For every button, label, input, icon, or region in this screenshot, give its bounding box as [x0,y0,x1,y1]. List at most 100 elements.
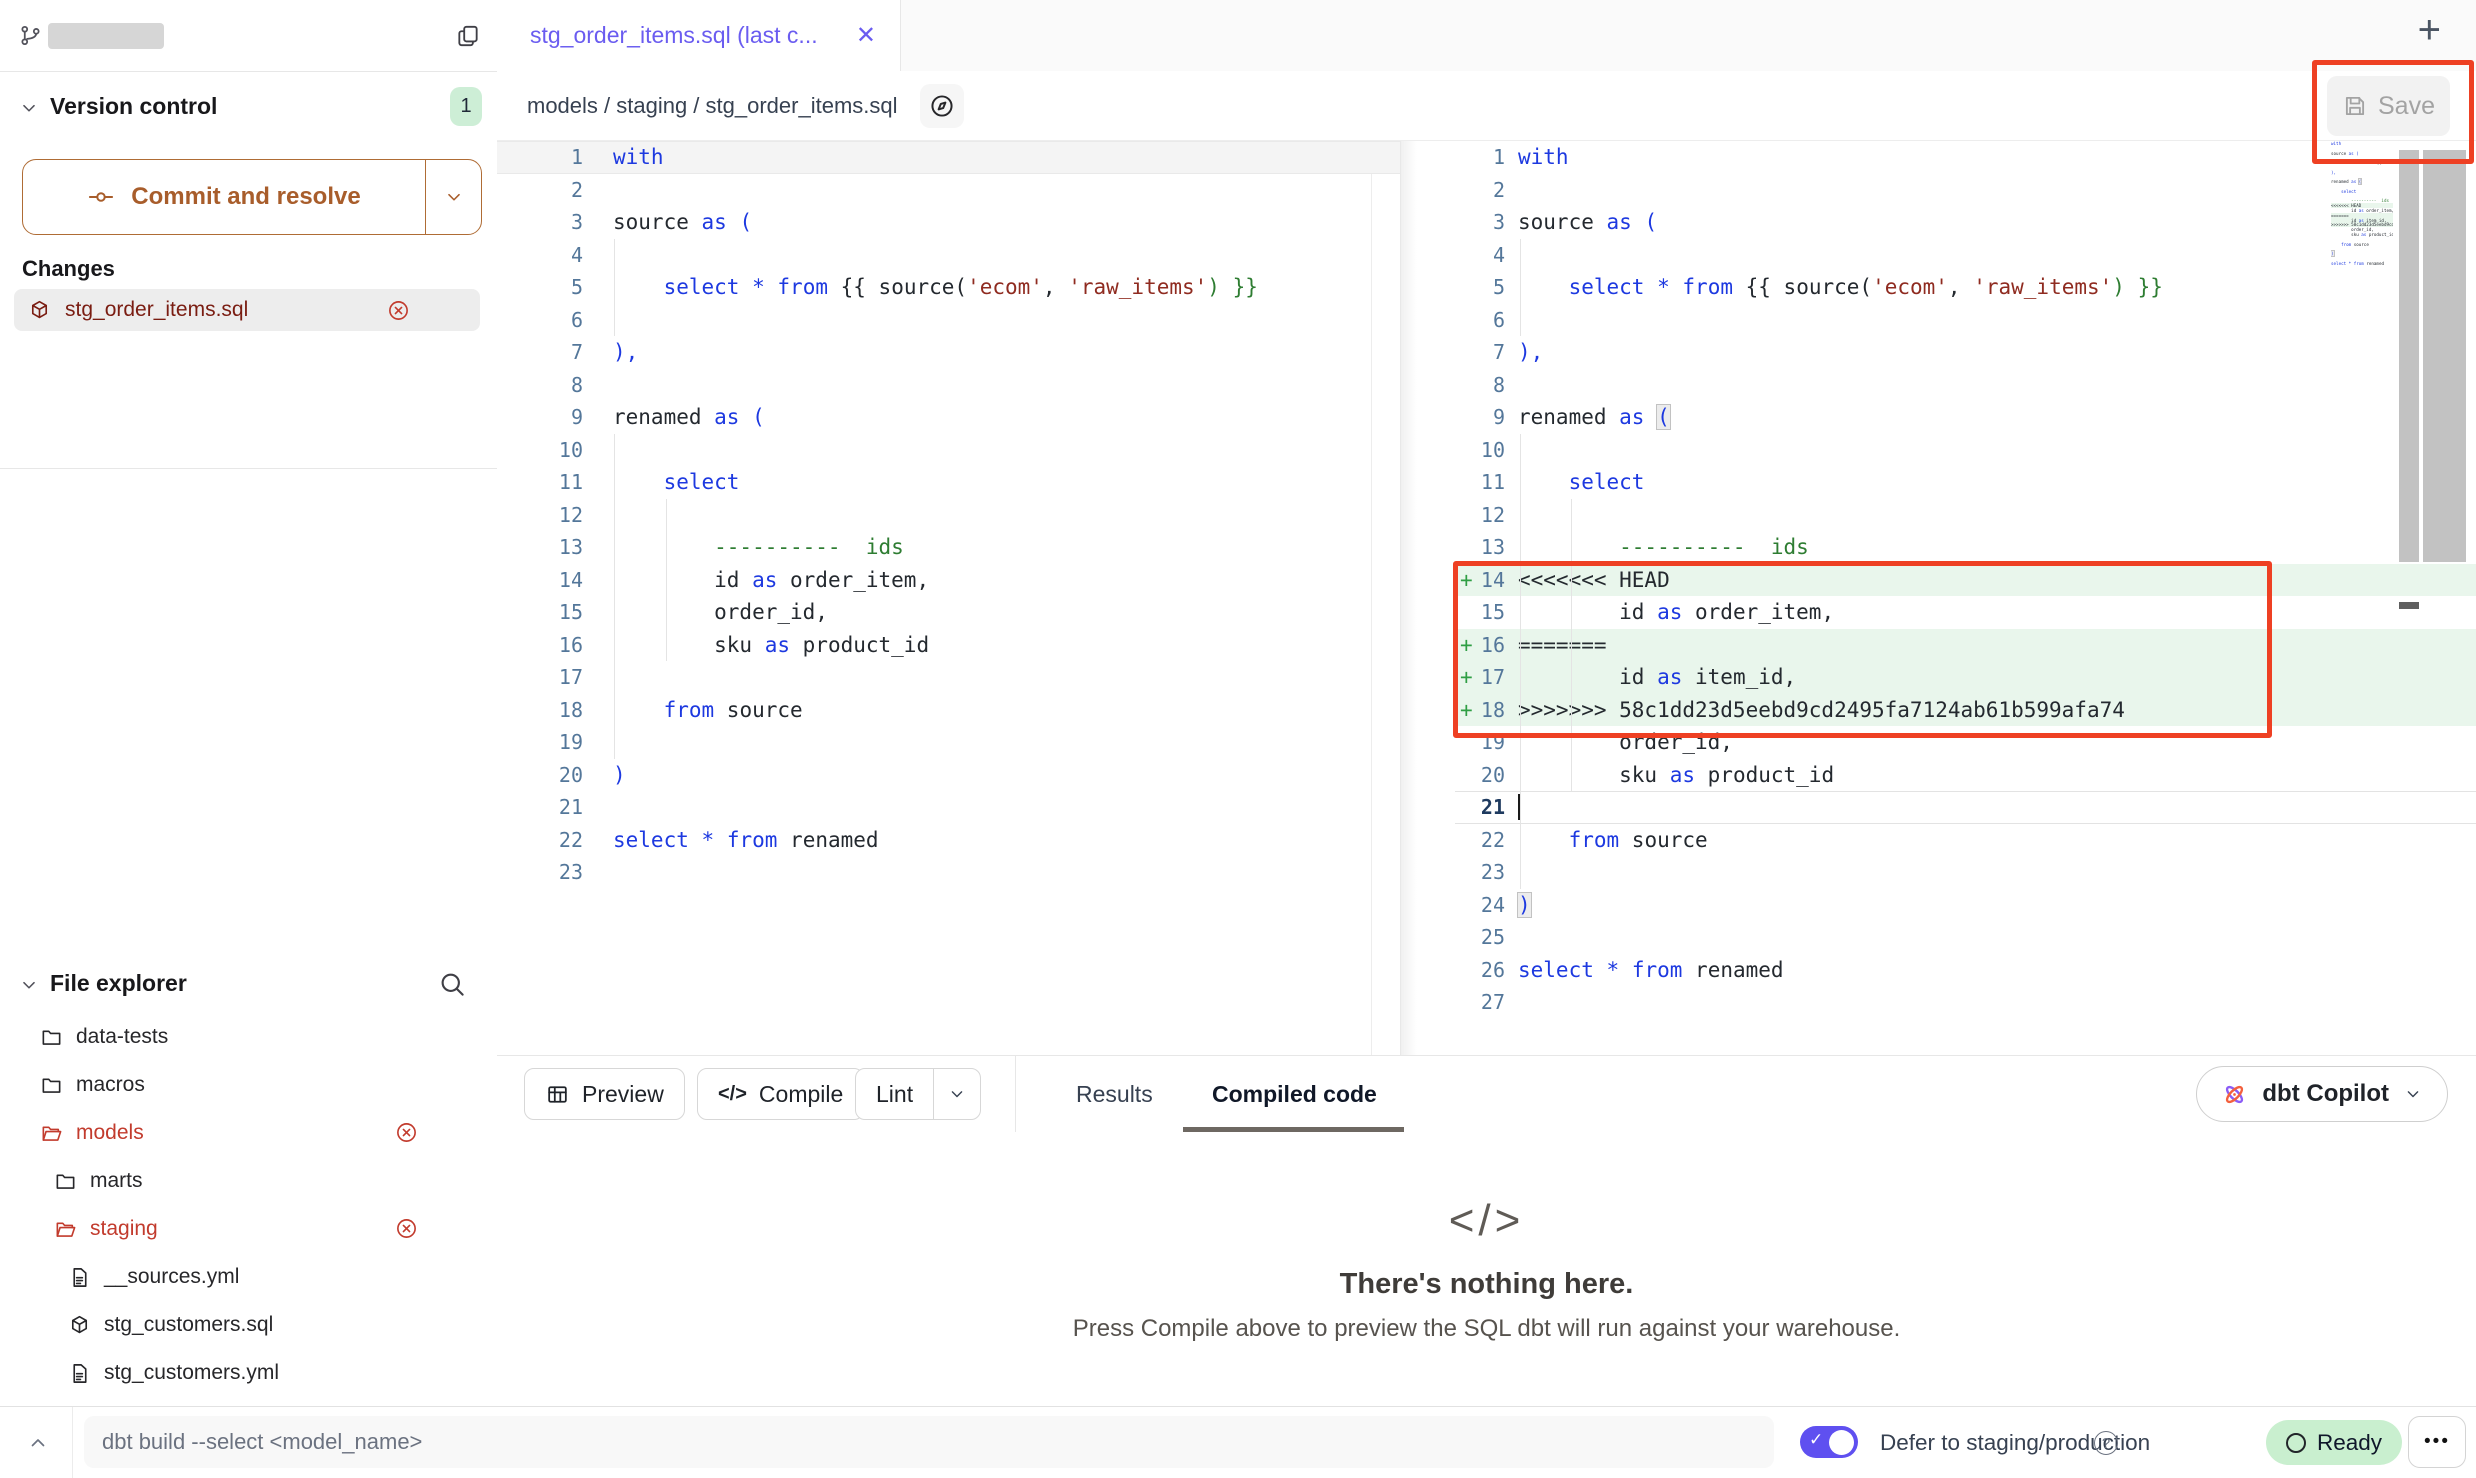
chevron-down-icon[interactable] [18,974,40,996]
editor-pane-modified[interactable]: 1with23source as (45 select * from {{ so… [1455,141,2476,1019]
file-item[interactable]: data-tests [0,1013,497,1061]
compile-button[interactable]: </> Compile [697,1068,864,1120]
deleted-change-icon[interactable] [395,1121,418,1144]
code-line[interactable]: 23 [497,856,1400,889]
code-line[interactable]: 4 [497,239,1400,272]
line-number: 15 [1475,600,1505,624]
code-line[interactable]: 5 select * from {{ source('ecom', 'raw_i… [497,271,1400,304]
lineage-button[interactable] [920,84,964,128]
code-text: order_id, [1505,730,2476,754]
code-line[interactable]: 7), [1455,336,2476,369]
deleted-change-icon[interactable] [387,299,410,322]
editor-pane-original[interactable]: 1with23source as (45 select * from {{ so… [497,141,1400,889]
code-line[interactable]: 2 [1455,174,2476,207]
changed-file-row[interactable]: stg_order_items.sql [14,289,480,331]
tab-stg-order-items[interactable]: stg_order_items.sql (last c... ✕ [497,0,901,71]
code-line[interactable]: 1with [497,141,1400,174]
help-icon[interactable]: ? [2094,1431,2118,1455]
code-line[interactable]: +18>>>>>>> 58c1dd23d5eebd9cd2495fa7124ab… [1455,694,2476,727]
preview-button[interactable]: Preview [524,1068,685,1120]
indent-guide [1520,239,1521,337]
code-line[interactable]: 21 [497,791,1400,824]
code-line[interactable]: 5 select * from {{ source('ecom', 'raw_i… [1455,271,2476,304]
file-item[interactable]: stg_customers.sql [0,1301,497,1349]
code-line[interactable]: 11 select [1455,466,2476,499]
code-line[interactable]: 25 [1455,921,2476,954]
dbt-copilot-button[interactable]: dbt Copilot [2196,1066,2448,1122]
lint-split-button[interactable]: Lint [855,1068,981,1120]
code-line[interactable]: 20) [497,759,1400,792]
git-branch-icon[interactable] [18,23,43,48]
code-text: select * from renamed [1505,958,2476,982]
code-line[interactable]: 8 [1455,369,2476,402]
file-explorer-title[interactable]: File explorer [50,970,187,997]
code-line[interactable]: 4 [1455,239,2476,272]
code-line[interactable]: 3source as ( [1455,206,2476,239]
code-line[interactable]: 3source as ( [497,206,1400,239]
close-tab-icon[interactable]: ✕ [856,21,876,50]
code-line[interactable]: 12 [497,499,1400,532]
code-line[interactable]: 10 [497,434,1400,467]
diff-editor[interactable]: 1with23source as (45 select * from {{ so… [497,141,2476,1055]
code-line[interactable]: +14<<<<<<< HEAD [1455,564,2476,597]
new-tab-button[interactable]: + [2418,10,2441,50]
code-line[interactable]: 8 [497,369,1400,402]
code-line[interactable]: 19 order_id, [1455,726,2476,759]
tab-compiled-code[interactable]: Compiled code [1212,1056,1377,1133]
code-line[interactable]: 15 id as order_item, [1455,596,2476,629]
file-item[interactable]: __sources.yml [0,1253,497,1301]
defer-toggle[interactable]: ✓ [1800,1426,1858,1458]
code-line[interactable]: 15 order_id, [497,596,1400,629]
code-line[interactable]: 22select * from renamed [497,824,1400,857]
commit-options-dropdown[interactable] [425,160,481,234]
code-line[interactable]: 14 id as order_item, [497,564,1400,597]
command-input[interactable]: dbt build --select <model_name> [84,1416,1774,1468]
code-line[interactable]: 12 [1455,499,2476,532]
file-item[interactable]: marts [0,1157,497,1205]
lint-options-dropdown[interactable] [933,1069,980,1119]
code-line[interactable]: 10 [1455,434,2476,467]
code-line[interactable]: 9renamed as ( [1455,401,2476,434]
code-line[interactable]: 27 [1455,986,2476,1019]
code-line[interactable]: 11 select [497,466,1400,499]
code-line[interactable]: 23 [1455,856,2476,889]
file-item[interactable]: staging [0,1205,497,1253]
code-line[interactable]: 9renamed as ( [497,401,1400,434]
code-line[interactable]: +16======= [1455,629,2476,662]
file-item[interactable]: macros [0,1061,497,1109]
code-line[interactable]: 20 sku as product_id [1455,759,2476,792]
more-options-button[interactable]: ••• [2408,1416,2466,1468]
code-line[interactable]: +17 id as item_id, [1455,661,2476,694]
minimap[interactable]: withsource as ( select * from {{ source(… [2331,141,2393,281]
deleted-change-icon[interactable] [395,1217,418,1240]
code-line[interactable]: 7), [497,336,1400,369]
lint-label[interactable]: Lint [856,1069,933,1119]
save-button[interactable]: Save [2327,76,2450,136]
code-line[interactable]: 13 ---------- ids [1455,531,2476,564]
status-badge[interactable]: Ready [2266,1420,2402,1465]
file-item[interactable]: models [0,1109,497,1157]
code-line[interactable]: 26select * from renamed [1455,954,2476,987]
file-item[interactable]: stg_customers.yml [0,1349,497,1397]
code-line[interactable]: 6 [1455,304,2476,337]
commit-and-resolve-button[interactable]: Commit and resolve [22,159,482,235]
code-line[interactable]: 1with [1455,141,2476,174]
chevron-down-icon[interactable] [18,97,40,119]
copy-files-icon[interactable] [455,23,481,49]
code-line[interactable]: 24) [1455,889,2476,922]
version-control-title[interactable]: Version control [50,93,217,120]
chevron-up-icon[interactable] [26,1431,50,1455]
code-line[interactable]: 18 from source [497,694,1400,727]
code-line[interactable]: 21 [1455,791,2476,824]
code-line[interactable]: 22 from source [1455,824,2476,857]
file-item-label: __sources.yml [104,1265,239,1289]
code-line[interactable]: 17 [497,661,1400,694]
code-line[interactable]: 13 ---------- ids [497,531,1400,564]
code-line[interactable]: 16 sku as product_id [497,629,1400,662]
code-line[interactable]: 19 [497,726,1400,759]
pane-divider[interactable] [1400,141,1417,1055]
code-line[interactable]: 2 [497,174,1400,207]
code-line[interactable]: 6 [497,304,1400,337]
tab-results[interactable]: Results [1076,1056,1153,1133]
search-icon[interactable] [437,969,467,999]
